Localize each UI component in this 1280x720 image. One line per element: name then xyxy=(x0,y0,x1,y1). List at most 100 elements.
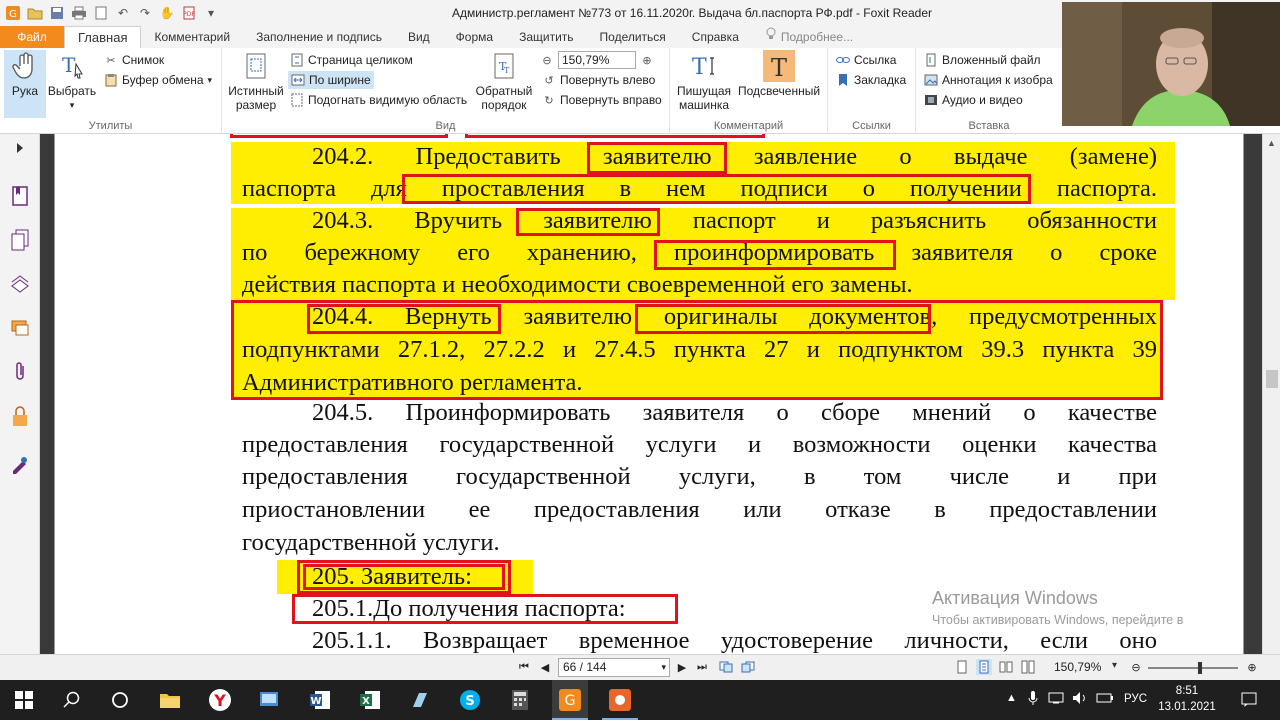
search-icon[interactable] xyxy=(58,686,86,714)
activation-title: Активация Windows xyxy=(932,588,1098,608)
network-icon[interactable] xyxy=(1048,692,1064,707)
tab-protect[interactable]: Защитить xyxy=(506,26,586,48)
fit-page-button[interactable]: Страница целиком xyxy=(290,51,413,69)
taskbar-clock[interactable]: 8:51 13.01.2021 xyxy=(1154,683,1220,715)
next-view-icon[interactable] xyxy=(740,659,756,675)
reverse-order-button[interactable]: TT Обратный порядок xyxy=(472,50,536,112)
fit-page-label: Страница целиком xyxy=(308,53,413,67)
typewriter-label-1: Пишущая xyxy=(677,84,731,98)
scroll-up-icon[interactable]: ▲ xyxy=(1267,138,1276,148)
bookmarks-panel-icon[interactable] xyxy=(8,184,32,208)
svg-text:T: T xyxy=(692,55,707,80)
task-view-icon[interactable] xyxy=(106,686,134,714)
quick-access-toolbar: G ↶ ↷ ✋ PDF ▾ xyxy=(0,0,220,26)
open-folder-icon[interactable] xyxy=(26,4,44,22)
new-document-icon[interactable] xyxy=(92,4,110,22)
single-page-view-icon[interactable] xyxy=(954,659,970,675)
windows-start-icon[interactable] xyxy=(10,686,38,714)
rotate-right-icon: ↻ xyxy=(544,94,554,107)
tell-me-search[interactable]: Подробнее... xyxy=(752,26,866,48)
page-number-input[interactable]: 66 / 144 ▾ xyxy=(558,658,670,677)
zoom-slider-track[interactable] xyxy=(1148,662,1238,674)
hand-tool-qat-icon[interactable]: ✋ xyxy=(158,4,176,22)
battery-icon[interactable] xyxy=(1096,692,1114,707)
attachment-button[interactable]: Вложенный файл xyxy=(924,51,1041,69)
previous-page-icon[interactable]: ◀ xyxy=(537,659,553,675)
vertical-scrollbar[interactable]: ▲ xyxy=(1262,134,1280,654)
control-panel-icon[interactable] xyxy=(256,686,284,714)
annotation-box xyxy=(303,564,505,590)
svg-text:T: T xyxy=(504,66,510,75)
facing-view-icon[interactable] xyxy=(998,659,1014,675)
clipboard-button[interactable]: Буфер обмена ▾ xyxy=(104,71,212,89)
tab-form[interactable]: Форма xyxy=(443,26,506,48)
scrollbar-thumb[interactable] xyxy=(1266,370,1278,388)
last-page-icon[interactable]: ⏭ xyxy=(694,659,710,675)
tray-overflow-icon[interactable]: ▲ xyxy=(1006,692,1017,704)
save-icon[interactable] xyxy=(48,4,66,22)
actual-size-button[interactable]: Истинный размер xyxy=(228,50,284,112)
print-icon[interactable] xyxy=(70,4,88,22)
customize-qat-icon[interactable]: ▾ xyxy=(202,4,220,22)
typewriter-button[interactable]: T Пишущая машинка xyxy=(676,50,732,112)
tab-fill-sign[interactable]: Заполнение и подпись xyxy=(243,26,395,48)
status-zoom-out-icon[interactable]: ⊖ xyxy=(1128,659,1144,675)
zoom-input[interactable]: 150,79% xyxy=(558,51,636,69)
zoom-out-icon[interactable]: ⊖ xyxy=(540,53,554,67)
status-zoom-in-icon[interactable]: ⊕ xyxy=(1244,659,1260,675)
continuous-view-icon[interactable] xyxy=(976,659,992,675)
document-view[interactable]: 204.2. Предоставить заявителю заявление … xyxy=(40,134,1262,654)
word-icon[interactable]: W xyxy=(306,686,334,714)
tab-share[interactable]: Поделиться xyxy=(587,26,679,48)
pdf-tool-icon[interactable]: PDF xyxy=(180,4,198,22)
zoom-slider-thumb[interactable] xyxy=(1198,662,1202,674)
calculator-icon[interactable] xyxy=(506,686,534,714)
pages-panel-icon[interactable] xyxy=(8,228,32,252)
input-language[interactable]: РУС xyxy=(1124,693,1147,705)
fit-width-button[interactable]: По ширине xyxy=(288,71,374,89)
next-page-icon[interactable]: ▶ xyxy=(674,659,690,675)
snapshot-button[interactable]: ✂ Снимок xyxy=(104,51,164,69)
tab-file[interactable]: Файл xyxy=(0,26,64,48)
image-annotation-button[interactable]: Аннотация к изобра xyxy=(924,71,1053,89)
layers-panel-icon[interactable] xyxy=(8,272,32,296)
tab-comment[interactable]: Комментарий xyxy=(141,26,243,48)
hand-tool-button[interactable]: Рука xyxy=(4,50,46,118)
foxit-reader-taskbar-icon[interactable]: G xyxy=(556,686,584,714)
tab-home[interactable]: Главная xyxy=(64,26,142,48)
notifications-icon[interactable] xyxy=(1240,690,1258,711)
rotate-left-button[interactable]: ↺ Повернуть влево xyxy=(542,71,655,89)
rotate-right-button[interactable]: ↻ Повернуть вправо xyxy=(542,91,661,109)
audio-video-button[interactable]: Аудио и видео xyxy=(924,91,1023,109)
fit-visible-button[interactable]: Подогнать видимую область xyxy=(290,91,467,109)
bookmark-button[interactable]: Закладка xyxy=(836,71,906,89)
select-tool-button[interactable]: T Выбрать ▾ xyxy=(48,50,96,112)
view-group-label: Вид xyxy=(435,120,456,132)
previous-view-icon[interactable] xyxy=(718,659,734,675)
security-panel-icon[interactable] xyxy=(8,404,32,428)
volume-icon[interactable] xyxy=(1072,691,1088,708)
clipboard-icon xyxy=(104,73,118,87)
notebook-app-icon[interactable] xyxy=(406,686,434,714)
doc-line: 204.3. Вручить заявителю паспорт и разъя… xyxy=(312,207,1157,234)
skype-icon[interactable]: S xyxy=(456,686,484,714)
undo-icon[interactable]: ↶ xyxy=(114,4,132,22)
page-dropdown-icon[interactable]: ▾ xyxy=(661,659,666,676)
zoom-in-icon[interactable]: ⊕ xyxy=(640,53,654,67)
excel-icon[interactable]: X xyxy=(356,686,384,714)
comments-panel-icon[interactable] xyxy=(8,316,32,340)
tab-help[interactable]: Справка xyxy=(679,26,752,48)
screen-recorder-icon[interactable] xyxy=(606,686,634,714)
file-explorer-icon[interactable] xyxy=(156,686,184,714)
first-page-icon[interactable]: ⏮ xyxy=(516,659,532,675)
microphone-icon[interactable] xyxy=(1028,690,1038,709)
expand-panel-icon[interactable] xyxy=(8,140,32,156)
redo-icon[interactable]: ↷ xyxy=(136,4,154,22)
link-button[interactable]: Ссылка xyxy=(836,51,896,69)
highlight-button[interactable]: T Подсвеченный xyxy=(736,50,822,98)
yandex-browser-icon[interactable]: Y xyxy=(206,686,234,714)
attachments-panel-icon[interactable] xyxy=(8,360,32,384)
signature-panel-icon[interactable] xyxy=(8,452,32,476)
tab-view[interactable]: Вид xyxy=(395,26,443,48)
continuous-facing-view-icon[interactable] xyxy=(1020,659,1036,675)
